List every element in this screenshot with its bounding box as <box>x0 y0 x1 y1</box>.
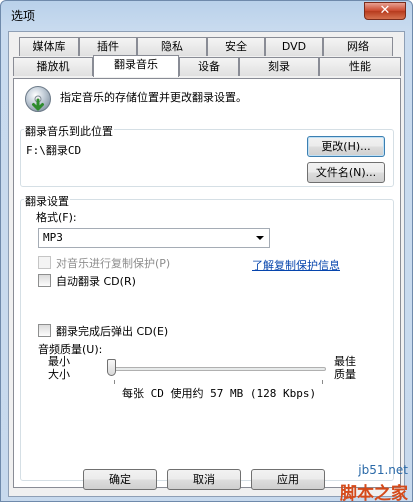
location-group-title: 翻录音乐到此位置 <box>24 123 114 139</box>
cancel-button[interactable]: 取消 <box>167 469 241 490</box>
auto-rip-checkbox[interactable] <box>38 274 51 287</box>
auto-rip-label: 自动翻录 CD(R) <box>56 275 136 288</box>
rip-settings-title: 翻录设置 <box>24 193 70 209</box>
tab-security[interactable]: 安全 <box>207 37 265 56</box>
tab-network[interactable]: 网络 <box>323 37 393 56</box>
title-bar[interactable]: 选项 ✕ <box>1 1 412 29</box>
format-value: MP3 <box>43 231 63 244</box>
quality-max-bottom: 质量 <box>334 368 356 381</box>
quality-info: 每张 CD 使用约 57 MB (128 Kbps) <box>122 387 317 400</box>
change-location-button[interactable]: 更改(H)... <box>307 136 385 157</box>
filename-button[interactable]: 文件名(N)... <box>307 162 385 183</box>
rip-path: F:\翻录CD <box>26 144 82 157</box>
slider-tick <box>114 380 115 384</box>
copy-protect-option: 对音乐进行复制保护(P) <box>38 255 228 270</box>
eject-label: 翻录完成后弹出 CD(E) <box>56 325 169 338</box>
tab-dvd[interactable]: DVD <box>265 37 323 56</box>
copy-protect-checkbox[interactable] <box>38 256 51 269</box>
tab-performance[interactable]: 性能 <box>319 57 401 76</box>
copy-protection-info-link[interactable]: 了解复制保护信息 <box>252 257 340 273</box>
tab-plugins[interactable]: 插件 <box>79 37 137 56</box>
close-button[interactable]: ✕ <box>364 2 406 20</box>
rip-music-panel: 指定音乐的存储位置并更改翻录设置。 翻录音乐到此位置 F:\翻录CD 更改(H)… <box>13 78 401 488</box>
eject-option: 翻录完成后弹出 CD(E) <box>38 323 208 338</box>
quality-min-bottom: 大小 <box>48 368 70 381</box>
watermark-name: 脚本之家 <box>340 484 408 504</box>
tab-library[interactable]: 媒体库 <box>19 37 79 56</box>
cd-rip-icon <box>25 86 51 112</box>
window-title: 选项 <box>11 9 36 23</box>
auto-rip-option: 自动翻录 CD(R) <box>38 273 188 288</box>
format-label: 格式(F): <box>36 211 77 224</box>
slider-tick <box>322 380 323 384</box>
watermark-url: jb51.net <box>358 463 408 477</box>
quality-slider-thumb[interactable] <box>107 359 116 376</box>
apply-button[interactable]: 应用 <box>251 469 325 490</box>
tab-rip-music[interactable]: 翻录音乐 <box>93 55 179 77</box>
tab-privacy[interactable]: 隐私 <box>137 37 207 56</box>
tab-row-bottom: 播放机 翻录音乐 设备 刻录 性能 <box>9 55 401 77</box>
copy-protect-label: 对音乐进行复制保护(P) <box>56 257 171 270</box>
tab-player[interactable]: 播放机 <box>13 57 93 76</box>
options-dialog: 选项 ✕ 媒体库 插件 隐私 安全 DVD 网络 播放机 翻录音乐 设备 刻录 … <box>0 0 413 504</box>
quality-slider-track[interactable] <box>110 367 326 371</box>
panel-description: 指定音乐的存储位置并更改翻录设置。 <box>60 91 247 104</box>
eject-checkbox[interactable] <box>38 324 51 337</box>
quality-max-top: 最佳 <box>334 355 356 368</box>
quality-min-top: 最小 <box>48 355 70 368</box>
ok-button[interactable]: 确定 <box>83 469 157 490</box>
chevron-down-icon <box>256 236 264 240</box>
tab-burn[interactable]: 刻录 <box>239 57 319 76</box>
format-select[interactable]: MP3 <box>38 228 270 248</box>
tab-row-top: 媒体库 插件 隐私 安全 DVD 网络 <box>9 37 399 56</box>
dialog-client: 媒体库 插件 隐私 安全 DVD 网络 播放机 翻录音乐 设备 刻录 性能 指定… <box>8 31 405 497</box>
tab-devices[interactable]: 设备 <box>179 57 239 76</box>
